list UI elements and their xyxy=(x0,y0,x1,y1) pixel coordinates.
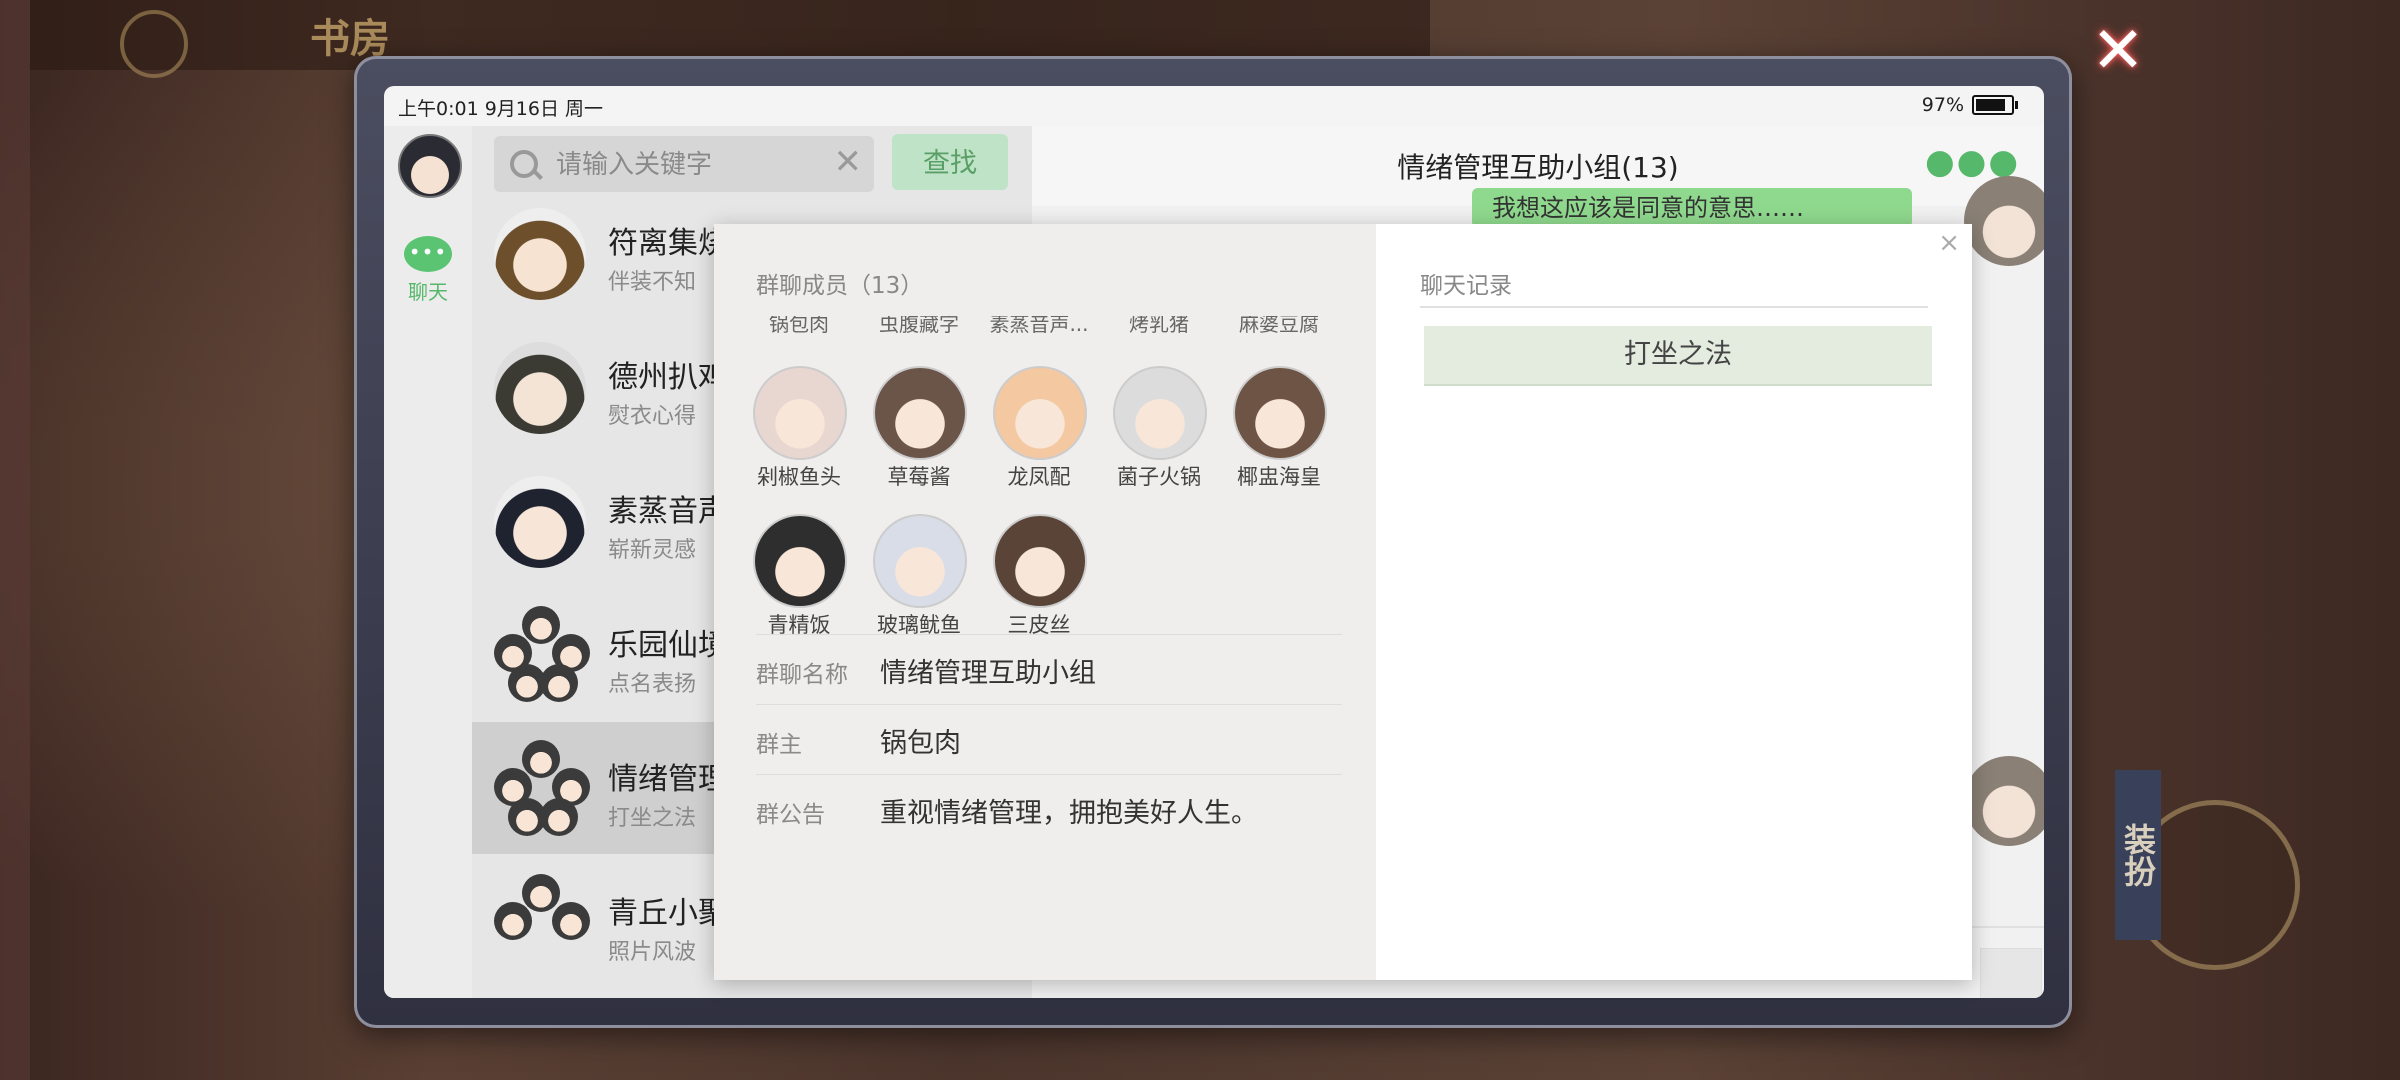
group-notice-value: 重视情绪管理，拥抱美好人生。 xyxy=(880,798,1258,829)
member-item[interactable]: 龙凤配 xyxy=(984,366,1094,496)
group-avatar-member xyxy=(522,740,560,778)
search-input[interactable] xyxy=(554,144,828,186)
member-name[interactable]: 虫腹藏字 xyxy=(864,316,974,336)
group-avatar-member xyxy=(552,902,590,940)
member-name: 椰盅海皇 xyxy=(1237,465,1321,489)
conversation-name: 德州扒鸡 xyxy=(608,360,728,395)
group-avatar-member xyxy=(494,902,532,940)
conversation-last-message: 熨衣心得 xyxy=(608,404,697,429)
group-avatar-member xyxy=(540,664,578,702)
member-name: 菌子火锅 xyxy=(1117,465,1201,489)
conversation-name: 符离集烧 xyxy=(608,226,728,261)
member-name[interactable]: 素蒸音声... xyxy=(984,316,1094,336)
group-avatar-member xyxy=(522,606,560,644)
conversation-last-message: 照片风波 xyxy=(608,940,697,965)
group-name-label: 群聊名称 xyxy=(756,662,848,688)
group-avatar xyxy=(494,606,590,702)
group-name-value: 情绪管理互助小组 xyxy=(880,658,1096,689)
battery-icon xyxy=(1972,95,2018,115)
avatar[interactable] xyxy=(1964,176,2044,266)
member-item[interactable]: 三皮丝 xyxy=(984,514,1094,644)
modal-close-icon[interactable]: × xyxy=(1938,228,1960,258)
background-edge xyxy=(0,0,30,1080)
group-owner-label: 群主 xyxy=(756,732,802,758)
avatar xyxy=(993,514,1087,608)
conversation-name: 乐园仙境 xyxy=(608,628,728,663)
search-box: ✕ xyxy=(494,136,874,192)
avatar[interactable] xyxy=(1964,756,2044,846)
conversation-last-message: 打坐之法 xyxy=(608,806,697,831)
member-name[interactable]: 锅包肉 xyxy=(744,316,854,336)
member-item[interactable]: 草莓酱 xyxy=(864,366,974,496)
avatar xyxy=(873,366,967,460)
member-item[interactable]: 剁椒鱼头 xyxy=(744,366,854,496)
history-item[interactable]: 打坐之法 xyxy=(1424,326,1932,386)
chat-history-panel: 聊天记录 打坐之法 xyxy=(1376,224,1972,980)
group-name-row: 群聊名称 情绪管理互助小组 xyxy=(756,634,1342,705)
group-notice-label: 群公告 xyxy=(756,802,825,828)
conversation-last-message: 点名表扬 xyxy=(608,672,697,697)
battery-fill xyxy=(1976,99,2005,111)
clear-icon[interactable]: ✕ xyxy=(834,142,863,182)
member-name: 龙凤配 xyxy=(1007,465,1071,489)
conversation-name: 青丘小聚 xyxy=(608,896,728,931)
chat-input[interactable] xyxy=(1980,948,2042,998)
chat-message: 我想这应该是同意的意思…… xyxy=(1472,188,1912,228)
member-item[interactable]: 椰盅海皇 xyxy=(1224,366,1334,496)
group-owner-value: 锅包肉 xyxy=(880,728,961,759)
history-divider xyxy=(1420,306,1928,308)
avatar xyxy=(993,366,1087,460)
member-name: 剁椒鱼头 xyxy=(757,465,841,489)
chat-title: 情绪管理互助小组(13) xyxy=(1397,151,1679,184)
member-row-partial: 锅包肉 虫腹藏字 素蒸音声... 烤乳猪 麻婆豆腐 xyxy=(744,316,1354,336)
group-info-modal: 群聊成员（13） 锅包肉 虫腹藏字 素蒸音声... 烤乳猪 麻婆豆腐 剁椒鱼头 … xyxy=(714,224,1972,980)
conversation-last-message: 伴装不知 xyxy=(608,270,697,295)
avatar xyxy=(494,342,586,434)
search-icon xyxy=(510,150,538,178)
chat-bubble-icon xyxy=(404,236,452,272)
tab-chat-label: 聊天 xyxy=(408,280,448,304)
side-nav: 聊天 xyxy=(384,126,472,998)
battery-status: 97% xyxy=(1921,94,2018,116)
dress-up-label[interactable]: 装扮 xyxy=(2115,770,2161,940)
avatar xyxy=(494,476,586,568)
back-icon[interactable] xyxy=(120,10,188,78)
avatar xyxy=(873,514,967,608)
history-title: 聊天记录 xyxy=(1420,273,1512,299)
conversation-name: 素蒸音声 xyxy=(608,494,728,529)
tab-chat[interactable]: 聊天 xyxy=(398,236,458,305)
avatar xyxy=(753,366,847,460)
group-info-panel: 群聊成员（13） 锅包肉 虫腹藏字 素蒸音声... 烤乳猪 麻婆豆腐 剁椒鱼头 … xyxy=(714,224,1376,980)
member-name[interactable]: 烤乳猪 xyxy=(1104,316,1214,336)
members-title: 群聊成员（13） xyxy=(756,273,924,299)
member-item[interactable]: 菌子火锅 xyxy=(1104,366,1214,496)
battery-percent: 97% xyxy=(1921,94,1964,116)
avatar xyxy=(1113,366,1207,460)
avatar xyxy=(1233,366,1327,460)
group-notice-row: 群公告 重视情绪管理，拥抱美好人生。 xyxy=(756,774,1342,845)
conversation-last-message: 崭新灵感 xyxy=(608,538,697,563)
member-name: 草莓酱 xyxy=(887,465,951,489)
conversation-name: 情绪管理 xyxy=(608,762,728,797)
avatar[interactable] xyxy=(398,134,462,198)
search-button[interactable]: 查找 xyxy=(892,134,1008,190)
close-icon[interactable]: ✕ xyxy=(2085,19,2151,86)
member-item[interactable]: 玻璃鱿鱼 xyxy=(864,514,974,644)
status-time: 上午0:01 9月16日 周一 xyxy=(398,98,604,120)
avatar xyxy=(494,208,586,300)
status-bar: 上午0:01 9月16日 周一 97% xyxy=(384,86,2044,126)
more-icon[interactable]: ●●● xyxy=(1925,145,2020,179)
group-avatar-member xyxy=(522,874,560,912)
group-avatar-member xyxy=(540,798,578,836)
avatar xyxy=(753,514,847,608)
group-avatar xyxy=(494,874,590,970)
group-owner-row: 群主 锅包肉 xyxy=(756,704,1342,775)
group-avatar xyxy=(494,740,590,836)
member-name[interactable]: 麻婆豆腐 xyxy=(1224,316,1334,336)
member-item[interactable]: 青精饭 xyxy=(744,514,854,644)
